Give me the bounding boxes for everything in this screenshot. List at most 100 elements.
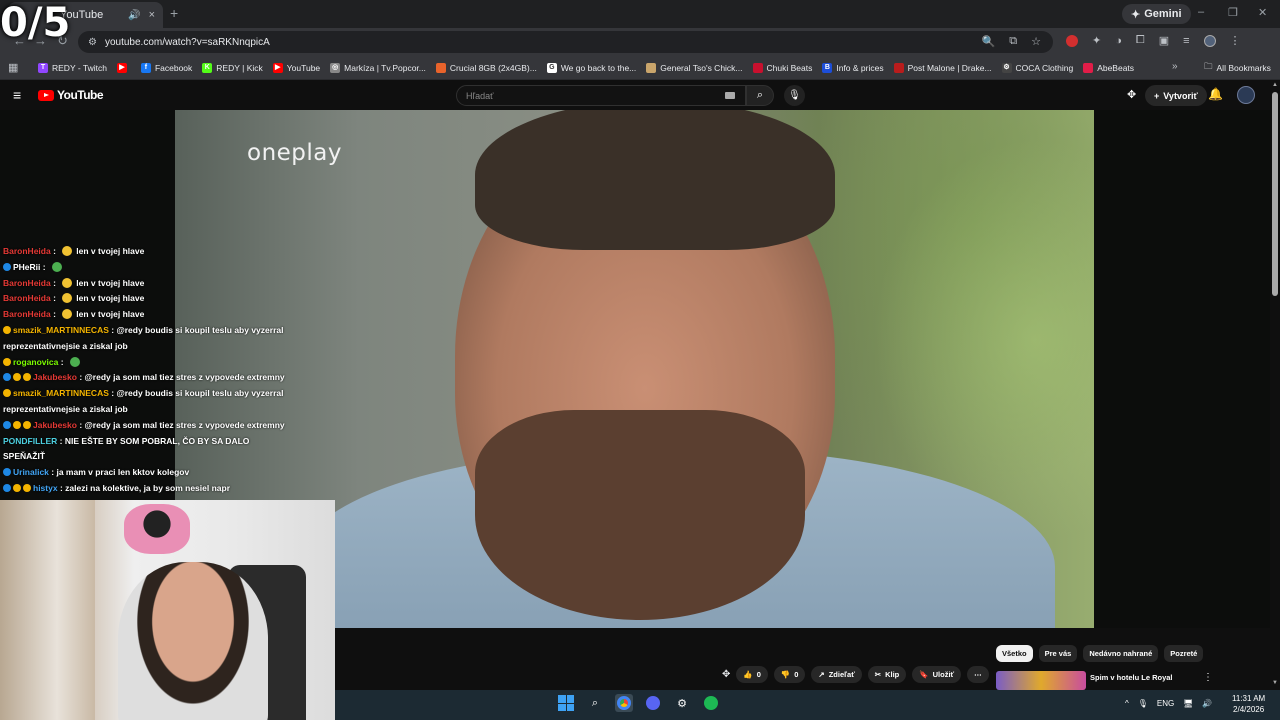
- more-button[interactable]: ⋯: [967, 666, 989, 683]
- chrome-icon[interactable]: [615, 694, 633, 712]
- chat-username[interactable]: Jakubesko: [33, 420, 77, 430]
- chat-separator: :: [58, 356, 66, 367]
- hamburger-menu-icon[interactable]: ≡: [13, 87, 21, 103]
- filter-chip[interactable]: Nedávno nahrané: [1083, 645, 1159, 662]
- media-controls-icon[interactable]: ≡: [1183, 35, 1189, 47]
- chat-text: reprezentativnejsie a ziskal job: [3, 403, 128, 414]
- profile-avatar[interactable]: [1203, 34, 1216, 47]
- bookmark-item[interactable]: K REDY | Kick: [202, 62, 263, 73]
- cast-icon[interactable]: ✥: [722, 669, 730, 680]
- extensions-puzzle-icon[interactable]: ⧠: [1136, 34, 1145, 47]
- youtube-logo[interactable]: YouTube: [38, 88, 104, 102]
- share-button[interactable]: ↗ Zdieľať: [811, 666, 862, 683]
- chat-username[interactable]: Urinalick: [13, 467, 49, 477]
- scrollbar-thumb[interactable]: [1272, 92, 1278, 296]
- windows-start-icon[interactable]: [557, 694, 575, 712]
- chat-username[interactable]: Jakubesko: [33, 372, 77, 382]
- recommended-thumbnail[interactable]: [996, 671, 1086, 690]
- chat-username[interactable]: BaronHeida: [3, 246, 51, 256]
- address-bar[interactable]: ⚙ youtube.com/watch?v=saRKNnqpicA 🔍 ⧉ ☆: [78, 31, 1053, 53]
- bookmark-item[interactable]: ◎ Markíza | Tv.Popcor...: [330, 62, 426, 73]
- page-scrollbar[interactable]: ▲ ▼: [1270, 80, 1280, 690]
- minimize-button[interactable]: –: [1198, 6, 1204, 18]
- chat-username[interactable]: PHeRii: [13, 262, 40, 272]
- network-icon[interactable]: 🖥: [1183, 699, 1193, 708]
- like-icon: 👍: [743, 670, 753, 679]
- bookmark-item[interactable]: ▶: [116, 62, 131, 73]
- all-bookmarks-button[interactable]: 🗀 All Bookmarks: [1204, 61, 1271, 75]
- chat-badge-icon: [23, 483, 31, 492]
- video-actions: ✥ 👍 0 👎 0 ↗ Zdieľať ✂ Klip 🔖 Uložiť ⋯: [722, 666, 989, 683]
- bookmark-item[interactable]: Post Malone | Drake...: [893, 62, 992, 73]
- scroll-up-icon[interactable]: ▲: [1272, 82, 1278, 88]
- scroll-down-icon[interactable]: ▼: [1272, 680, 1278, 686]
- apps-grid-icon[interactable]: ▦: [8, 61, 18, 74]
- filter-chip[interactable]: Pozreté: [1164, 645, 1204, 662]
- app-icon[interactable]: ⚙: [673, 694, 691, 712]
- bookmark-item[interactable]: B Info & prices: [822, 62, 884, 73]
- bookmark-item[interactable]: AbeBeats: [1083, 62, 1134, 73]
- chat-username[interactable]: smazik_MARTINNECAS: [13, 325, 109, 335]
- site-info-icon[interactable]: ⚙: [88, 37, 97, 48]
- side-panel-icon[interactable]: ▣: [1159, 34, 1169, 47]
- like-button[interactable]: 👍 0: [736, 666, 768, 683]
- language-indicator[interactable]: ENG: [1157, 699, 1174, 708]
- search-button[interactable]: ⌕: [746, 85, 774, 106]
- extension-icon[interactable]: ◑: [1115, 35, 1122, 47]
- bookmark-item[interactable]: Crucial 8GB (2x4GB)...: [435, 62, 537, 73]
- mic-tray-icon[interactable]: 🎙: [1138, 699, 1148, 708]
- browser-menu-icon[interactable]: ⋮: [1230, 34, 1241, 47]
- browser-tabstrip: YouTube 🔊 × + ✦ Gemini – ❐ ✕: [0, 0, 1280, 28]
- dislike-button[interactable]: 👎 0: [773, 666, 806, 683]
- search-icon[interactable]: ⌕: [586, 694, 604, 712]
- bookmark-item[interactable]: Chuki Beats: [752, 62, 812, 73]
- bookmark-item[interactable]: ⚙ COCA Clothing: [1001, 62, 1073, 73]
- spotify-icon[interactable]: [702, 694, 720, 712]
- extension-icon[interactable]: [1066, 34, 1078, 47]
- filter-chip[interactable]: Pre vás: [1038, 645, 1078, 662]
- recommended-title[interactable]: Spim v hotelu Le Royal: [1090, 673, 1173, 682]
- tray-overflow-icon[interactable]: ^: [1125, 699, 1129, 708]
- bookmark-item[interactable]: General Tso's Chick...: [646, 62, 743, 73]
- chat-username[interactable]: roganovica: [13, 357, 58, 367]
- close-window-button[interactable]: ✕: [1258, 6, 1267, 19]
- create-button[interactable]: + Vytvoriť: [1145, 85, 1207, 106]
- filter-chip[interactable]: Všetko: [996, 645, 1033, 662]
- extension-icon[interactable]: ✦: [1092, 34, 1101, 47]
- action-label: ⋯: [974, 670, 982, 679]
- search-placeholder: Hľadať: [466, 90, 494, 101]
- tab-close-icon[interactable]: ×: [149, 9, 155, 21]
- chat-username[interactable]: BaronHeida: [3, 278, 51, 288]
- chat-username[interactable]: smazik_MARTINNECAS: [13, 388, 109, 398]
- bookmarks-overflow-icon[interactable]: »: [1172, 61, 1178, 72]
- bookmark-item[interactable]: f Facebook: [140, 62, 192, 73]
- speaker-icon[interactable]: 🔊: [128, 10, 140, 21]
- chat-username[interactable]: BaronHeida: [3, 309, 51, 319]
- clock[interactable]: 11:31 AM 2/4/2026: [1232, 693, 1265, 715]
- chat-badge-icon: [3, 468, 11, 477]
- clip-button[interactable]: ✂ Klip: [867, 666, 907, 683]
- search-input[interactable]: Hľadať: [456, 85, 746, 106]
- cast-icon[interactable]: ✥: [1127, 88, 1136, 101]
- bookmark-item[interactable]: T REDY - Twitch: [38, 62, 107, 73]
- new-tab-button[interactable]: +: [170, 5, 178, 21]
- chat-message: PONDFILLER : NIE EŠTE BY SOM POBRAL, ČO …: [0, 434, 290, 466]
- chat-username[interactable]: BaronHeida: [3, 293, 51, 303]
- keyboard-icon[interactable]: [725, 92, 735, 99]
- more-options-icon[interactable]: ⋮: [1203, 672, 1213, 683]
- chat-username[interactable]: histyx: [33, 483, 58, 493]
- discord-icon[interactable]: [644, 694, 662, 712]
- account-avatar[interactable]: [1237, 86, 1255, 104]
- bookmark-item[interactable]: ▶ YouTube: [272, 62, 320, 73]
- chat-username[interactable]: PONDFILLER: [3, 436, 57, 446]
- zoom-icon[interactable]: 🔍: [982, 35, 996, 48]
- voice-search-button[interactable]: 🎙: [784, 85, 805, 106]
- gemini-button[interactable]: ✦ Gemini: [1122, 4, 1191, 24]
- bookmark-item[interactable]: G We go back to the...: [546, 62, 636, 73]
- notifications-bell-icon[interactable]: 🔔: [1208, 87, 1223, 101]
- bookmark-star-icon[interactable]: ☆: [1031, 35, 1041, 48]
- maximize-button[interactable]: ❐: [1228, 6, 1238, 19]
- volume-icon[interactable]: 🔊: [1202, 699, 1212, 708]
- install-icon[interactable]: ⧉: [1009, 35, 1017, 48]
- save-button[interactable]: 🔖 Uložiť: [912, 666, 962, 683]
